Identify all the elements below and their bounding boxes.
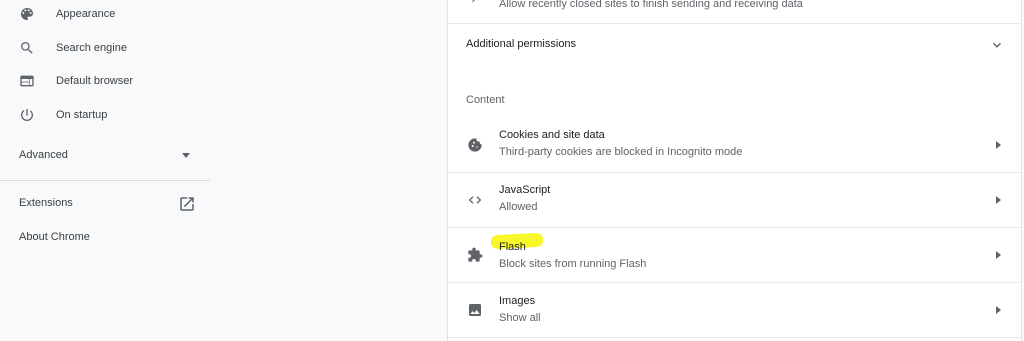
browser-window-icon (18, 72, 36, 90)
cookie-icon (466, 136, 484, 154)
advanced-label: Advanced (19, 149, 68, 161)
caret-down-icon (182, 153, 190, 158)
image-icon (466, 301, 484, 319)
content-row-title: Cookies and site data (499, 129, 605, 141)
arrow-right-icon (996, 306, 1001, 314)
sidebar-divider (0, 180, 210, 181)
content-row-subtitle: Show all (499, 312, 541, 324)
additional-permissions-row[interactable]: Additional permissions (448, 24, 1021, 66)
advanced-toggle[interactable]: Advanced (0, 142, 210, 170)
content-row-subtitle: Third-party cookies are blocked in Incog… (499, 146, 743, 158)
privacy-settings-card: Allow recently closed sites to finish se… (447, 0, 1022, 341)
sidebar-item-label: Search engine (56, 42, 127, 54)
puzzle-piece-icon (466, 246, 484, 264)
arrow-right-icon (996, 251, 1001, 259)
sidebar-item-label: Appearance (56, 8, 116, 20)
code-brackets-icon (466, 191, 484, 209)
content-row-title: Images (499, 295, 536, 307)
content-row-title: Flash (499, 241, 526, 253)
sidebar-item-search-engine[interactable]: Search engine (0, 34, 210, 62)
content-row-subtitle: Block sites from running Flash (499, 258, 647, 270)
row-divider (448, 337, 1021, 338)
search-icon (18, 39, 36, 57)
extensions-label: Extensions (19, 197, 73, 209)
content-section-title: Content (466, 94, 505, 106)
settings-sidebar: Appearance Search engine Default browser… (0, 0, 210, 341)
arrow-right-icon (996, 141, 1001, 149)
content-row-flash[interactable]: Flash Block sites from running Flash (448, 228, 1021, 282)
settings-page: Appearance Search engine Default browser… (0, 0, 1024, 341)
content-row-javascript[interactable]: JavaScript Allowed (448, 173, 1021, 227)
sidebar-item-label: Default browser (56, 75, 134, 87)
content-row-title: JavaScript (499, 184, 551, 196)
sidebar-item-about-chrome[interactable]: About Chrome (0, 224, 210, 252)
chevron-down-icon (990, 38, 1004, 52)
palette-icon (18, 5, 36, 23)
sidebar-item-appearance[interactable]: Appearance (0, 0, 210, 28)
sidebar-item-default-browser[interactable]: Default browser (0, 67, 210, 95)
partial-row-icon (466, 0, 478, 4)
additional-permissions-label: Additional permissions (466, 38, 577, 50)
sidebar-item-label: On startup (56, 109, 108, 121)
power-icon (18, 106, 36, 124)
sidebar-item-extensions[interactable]: Extensions (0, 190, 210, 218)
arrow-right-icon (996, 196, 1001, 204)
sidebar-item-on-startup[interactable]: On startup (0, 101, 210, 129)
content-row-subtitle: Allowed (499, 201, 538, 213)
partial-row-text: Allow recently closed sites to finish se… (499, 0, 803, 10)
content-row-cookies[interactable]: Cookies and site data Third-party cookie… (448, 118, 1021, 172)
content-row-images[interactable]: Images Show all (448, 283, 1021, 337)
about-chrome-label: About Chrome (19, 231, 90, 243)
open-in-new-icon (178, 195, 196, 213)
